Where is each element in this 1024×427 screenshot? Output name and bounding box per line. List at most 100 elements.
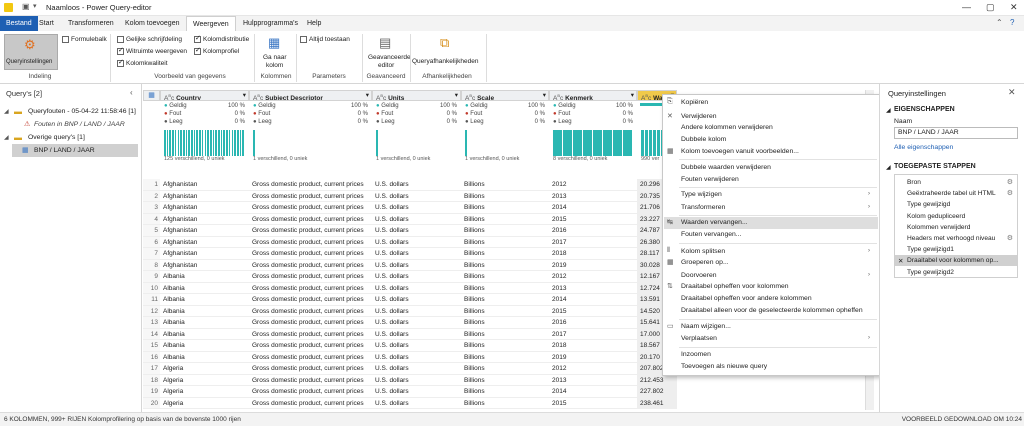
table-cell[interactable]: Albania bbox=[160, 329, 249, 340]
table-cell[interactable]: Gross domestic product, current prices bbox=[249, 386, 372, 397]
table-cell[interactable]: Afghanistan bbox=[160, 191, 249, 202]
table-cell[interactable]: Algeria bbox=[160, 375, 249, 386]
table-cell[interactable]: U.S. dollars bbox=[372, 352, 461, 363]
table-cell[interactable]: Albania bbox=[160, 283, 249, 294]
table-cell[interactable]: U.S. dollars bbox=[372, 329, 461, 340]
table-cell[interactable]: Gross domestic product, current prices bbox=[249, 202, 372, 213]
table-cell[interactable]: Billions bbox=[461, 375, 549, 386]
table-cell[interactable]: Albania bbox=[160, 340, 249, 351]
delete-step-icon[interactable]: ✕ bbox=[898, 257, 903, 265]
table-cell[interactable]: Afghanistan bbox=[160, 214, 249, 225]
menu-item-17[interactable]: Draaitabel alleen voor de geselecteerde … bbox=[681, 307, 863, 314]
applied-step[interactable]: Geëxtraheerde tabel uit HTML ⚙ bbox=[895, 188, 1017, 199]
type-icon[interactable]: ABc bbox=[164, 93, 176, 100]
applied-step[interactable]: Kolommen verwijderd bbox=[895, 222, 1017, 233]
table-cell[interactable]: U.S. dollars bbox=[372, 214, 461, 225]
tab-help[interactable]: Help bbox=[301, 16, 327, 31]
tab-tools[interactable]: Hulpprogramma's bbox=[237, 16, 304, 31]
name-input[interactable]: BNP / LAND / JAAR bbox=[894, 127, 1018, 139]
filter-dropdown-icon[interactable]: ▾ bbox=[243, 91, 246, 100]
menu-item-16[interactable]: Draaitabel opheffen voor andere kolommen bbox=[681, 295, 812, 302]
quick-access-dropdown-icon[interactable]: ▾ bbox=[33, 2, 37, 10]
table-cell[interactable]: U.S. dollars bbox=[372, 340, 461, 351]
menu-item-5[interactable]: Kolom toevoegen vanuit voorbeelden... bbox=[681, 148, 799, 155]
query-group-other[interactable]: Overige query's [1] bbox=[28, 134, 85, 141]
table-row[interactable]: 8 Afghanistan Gross domestic product, curr… bbox=[143, 259, 677, 271]
step-settings-icon[interactable]: ⚙ bbox=[1007, 189, 1013, 197]
table-cell[interactable]: 2019 bbox=[549, 352, 637, 363]
applied-step[interactable]: Type gewijzigd1 bbox=[895, 244, 1017, 255]
table-cell[interactable]: 2016 bbox=[549, 317, 637, 328]
table-cell[interactable]: Gross domestic product, current prices bbox=[249, 317, 372, 328]
table-cell[interactable]: U.S. dollars bbox=[372, 386, 461, 397]
applied-step[interactable]: Headers met verhoogd niveau ⚙ bbox=[895, 233, 1017, 244]
table-cell[interactable]: 2017 bbox=[549, 329, 637, 340]
step-settings-icon[interactable]: ⚙ bbox=[1007, 234, 1013, 242]
type-icon[interactable]: ABc bbox=[376, 93, 388, 100]
tab-add-column[interactable]: Kolom toevoegen bbox=[119, 16, 185, 31]
filter-dropdown-icon[interactable]: ▾ bbox=[366, 91, 369, 100]
applied-step[interactable]: Type gewijzigd bbox=[895, 199, 1017, 210]
table-cell[interactable]: Billions bbox=[461, 363, 549, 374]
table-cell[interactable]: Billions bbox=[461, 283, 549, 294]
table-cell[interactable]: U.S. dollars bbox=[372, 271, 461, 282]
query-item-errors[interactable]: Fouten in BNP / LAND / JAAR bbox=[34, 121, 125, 128]
menu-item-20[interactable]: Inzoomen bbox=[681, 351, 711, 358]
table-cell[interactable]: Algeria bbox=[160, 398, 249, 409]
table-cell[interactable]: 2014 bbox=[549, 294, 637, 305]
table-cell[interactable]: Gross domestic product, current prices bbox=[249, 179, 372, 190]
table-cell[interactable]: 2015 bbox=[549, 306, 637, 317]
table-cell[interactable]: U.S. dollars bbox=[372, 225, 461, 236]
table-cell[interactable]: Billions bbox=[461, 271, 549, 282]
type-icon[interactable]: ABc bbox=[553, 93, 565, 100]
menu-item-6[interactable]: Dubbele waarden verwijderen bbox=[681, 164, 771, 171]
save-icon[interactable]: ▣ bbox=[22, 2, 30, 11]
table-cell[interactable]: U.S. dollars bbox=[372, 294, 461, 305]
table-cell[interactable]: U.S. dollars bbox=[372, 363, 461, 374]
column-header-5[interactable]: ABc Kenmerk ▾ bbox=[549, 90, 637, 101]
monospace-checkbox[interactable]: Gelijke schrijfdeling bbox=[117, 36, 182, 43]
table-cell[interactable]: Gross domestic product, current prices bbox=[249, 375, 372, 386]
table-cell[interactable]: Gross domestic product, current prices bbox=[249, 283, 372, 294]
table-row[interactable]: 16 Albania Gross domestic product, current… bbox=[143, 351, 677, 363]
table-cell[interactable]: Billions bbox=[461, 340, 549, 351]
table-cell[interactable]: Albania bbox=[160, 317, 249, 328]
minimize-icon[interactable]: — bbox=[962, 2, 971, 12]
close-icon[interactable]: ✕ bbox=[1010, 2, 1018, 13]
menu-item-10[interactable]: Waarden vervangen... bbox=[681, 219, 748, 226]
close-pane-icon[interactable]: ✕ bbox=[1008, 87, 1016, 98]
tab-transform[interactable]: Transformeren bbox=[62, 16, 120, 31]
help-icon[interactable]: ? bbox=[1010, 18, 1014, 27]
table-cell[interactable]: 227.802 bbox=[637, 386, 677, 397]
table-row[interactable]: 2 Afghanistan Gross domestic product, curr… bbox=[143, 190, 677, 202]
table-row[interactable]: 7 Afghanistan Gross domestic product, curr… bbox=[143, 248, 677, 260]
table-cell[interactable]: 2012 bbox=[549, 271, 637, 282]
table-cell[interactable]: U.S. dollars bbox=[372, 375, 461, 386]
table-cell[interactable]: Albania bbox=[160, 306, 249, 317]
expand-icon[interactable]: ◢ bbox=[4, 108, 9, 115]
table-menu-icon[interactable]: ▦ bbox=[143, 90, 160, 101]
filter-dropdown-icon[interactable]: ▾ bbox=[455, 91, 458, 100]
table-cell[interactable]: Billions bbox=[461, 225, 549, 236]
table-row[interactable]: 10 Albania Gross domestic product, current… bbox=[143, 282, 677, 294]
collapse-ribbon-icon[interactable]: ⌃ bbox=[996, 18, 1003, 27]
table-cell[interactable]: 2012 bbox=[549, 363, 637, 374]
table-cell[interactable]: Afghanistan bbox=[160, 225, 249, 236]
table-cell[interactable]: Gross domestic product, current prices bbox=[249, 225, 372, 236]
always-allow-checkbox[interactable]: Altijd toestaan bbox=[300, 36, 350, 43]
advanced-editor-button[interactable]: ▤ Geavanceerde editor bbox=[366, 34, 411, 70]
table-cell[interactable]: 2015 bbox=[549, 214, 637, 225]
applied-step[interactable]: Bron ⚙ bbox=[895, 177, 1017, 188]
table-cell[interactable]: U.S. dollars bbox=[372, 179, 461, 190]
column-header-2[interactable]: ABc Subject Descriptor ▾ bbox=[249, 90, 372, 101]
collapse-icon[interactable]: ◢ bbox=[886, 107, 891, 114]
applied-step[interactable]: ✕ Draaitabel voor kolommen op... bbox=[895, 255, 1017, 267]
table-row[interactable]: 17 Algeria Gross domestic product, current… bbox=[143, 363, 677, 375]
table-row[interactable]: 3 Afghanistan Gross domestic product, curr… bbox=[143, 202, 677, 214]
table-cell[interactable]: 2013 bbox=[549, 283, 637, 294]
table-row[interactable]: 6 Afghanistan Gross domestic product, curr… bbox=[143, 236, 677, 248]
table-cell[interactable]: Gross domestic product, current prices bbox=[249, 294, 372, 305]
table-cell[interactable]: U.S. dollars bbox=[372, 317, 461, 328]
menu-item-21[interactable]: Toevoegen als nieuwe query bbox=[681, 363, 767, 370]
table-cell[interactable]: Gross domestic product, current prices bbox=[249, 271, 372, 282]
